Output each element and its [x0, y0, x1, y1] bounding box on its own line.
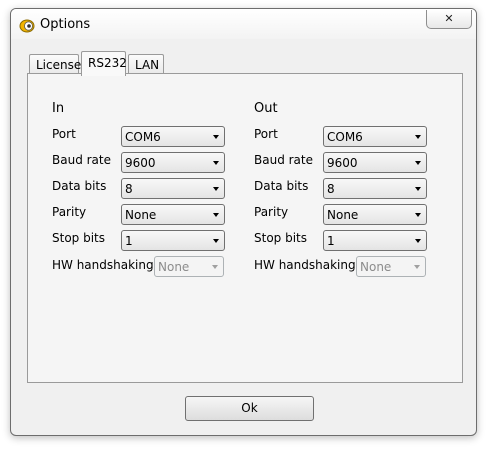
in-hw-handshaking-label: HW handshaking	[52, 258, 154, 272]
chevron-down-icon	[212, 265, 218, 269]
out-baud-rate-value: 9600	[327, 156, 358, 170]
chevron-down-icon	[213, 239, 219, 243]
out-heading: Out	[254, 101, 278, 116]
in-port-value: COM6	[125, 130, 161, 144]
chevron-down-icon	[213, 161, 219, 165]
in-stop-bits-select[interactable]: 1	[121, 230, 225, 251]
in-baud-rate-label: Baud rate	[52, 153, 111, 167]
out-baud-rate-label: Baud rate	[254, 153, 313, 167]
in-data-bits-select[interactable]: 8	[121, 178, 225, 199]
out-stop-bits-value: 1	[327, 234, 335, 248]
chevron-down-icon	[415, 187, 421, 191]
in-stop-bits-value: 1	[125, 234, 133, 248]
chevron-down-icon	[415, 213, 421, 217]
in-hw-handshaking-value: None	[158, 260, 190, 274]
in-heading: In	[52, 101, 65, 116]
out-port-label: Port	[254, 127, 278, 141]
out-port-select[interactable]: COM6	[323, 126, 427, 147]
window-title: Options	[40, 17, 91, 32]
chevron-down-icon	[415, 161, 421, 165]
out-data-bits-value: 8	[327, 182, 335, 196]
ok-button[interactable]: Ok	[185, 396, 314, 421]
chevron-down-icon	[213, 213, 219, 217]
app-icon	[19, 19, 35, 33]
title-bar[interactable]: Options ✕	[11, 9, 476, 39]
in-data-bits-label: Data bits	[52, 179, 107, 193]
out-parity-select[interactable]: None	[323, 204, 427, 225]
in-data-bits-value: 8	[125, 182, 133, 196]
in-parity-select[interactable]: None	[121, 204, 225, 225]
rs232-panel: In Port COM6 Baud rate 9600 Data bits 8 …	[27, 73, 463, 383]
chevron-down-icon	[213, 135, 219, 139]
out-hw-handshaking-label: HW handshaking	[254, 258, 356, 272]
out-parity-label: Parity	[254, 205, 289, 219]
out-hw-handshaking-value: None	[360, 260, 392, 274]
close-button[interactable]: ✕	[426, 10, 472, 29]
in-baud-rate-value: 9600	[125, 156, 156, 170]
in-parity-label: Parity	[52, 205, 87, 219]
in-parity-value: None	[125, 208, 157, 222]
out-stop-bits-select[interactable]: 1	[323, 230, 427, 251]
out-data-bits-select[interactable]: 8	[323, 178, 427, 199]
out-data-bits-label: Data bits	[254, 179, 309, 193]
out-parity-value: None	[327, 208, 359, 222]
chevron-down-icon	[415, 135, 421, 139]
out-stop-bits-label: Stop bits	[254, 231, 308, 245]
out-baud-rate-select[interactable]: 9600	[323, 152, 427, 173]
chevron-down-icon	[213, 187, 219, 191]
in-port-label: Port	[52, 127, 76, 141]
out-hw-handshaking-select: None	[356, 256, 426, 277]
out-port-value: COM6	[327, 130, 363, 144]
tab-license[interactable]: License	[29, 54, 81, 75]
options-dialog: Options ✕ License RS232 LAN In Port COM6…	[10, 8, 477, 436]
in-baud-rate-select[interactable]: 9600	[121, 152, 225, 173]
tab-rs232[interactable]: RS232	[81, 51, 127, 76]
in-port-select[interactable]: COM6	[121, 126, 225, 147]
in-hw-handshaking-select: None	[154, 256, 224, 277]
chevron-down-icon	[414, 265, 420, 269]
in-stop-bits-label: Stop bits	[52, 231, 106, 245]
close-icon: ✕	[444, 12, 454, 25]
tab-lan[interactable]: LAN	[128, 54, 164, 75]
chevron-down-icon	[415, 239, 421, 243]
